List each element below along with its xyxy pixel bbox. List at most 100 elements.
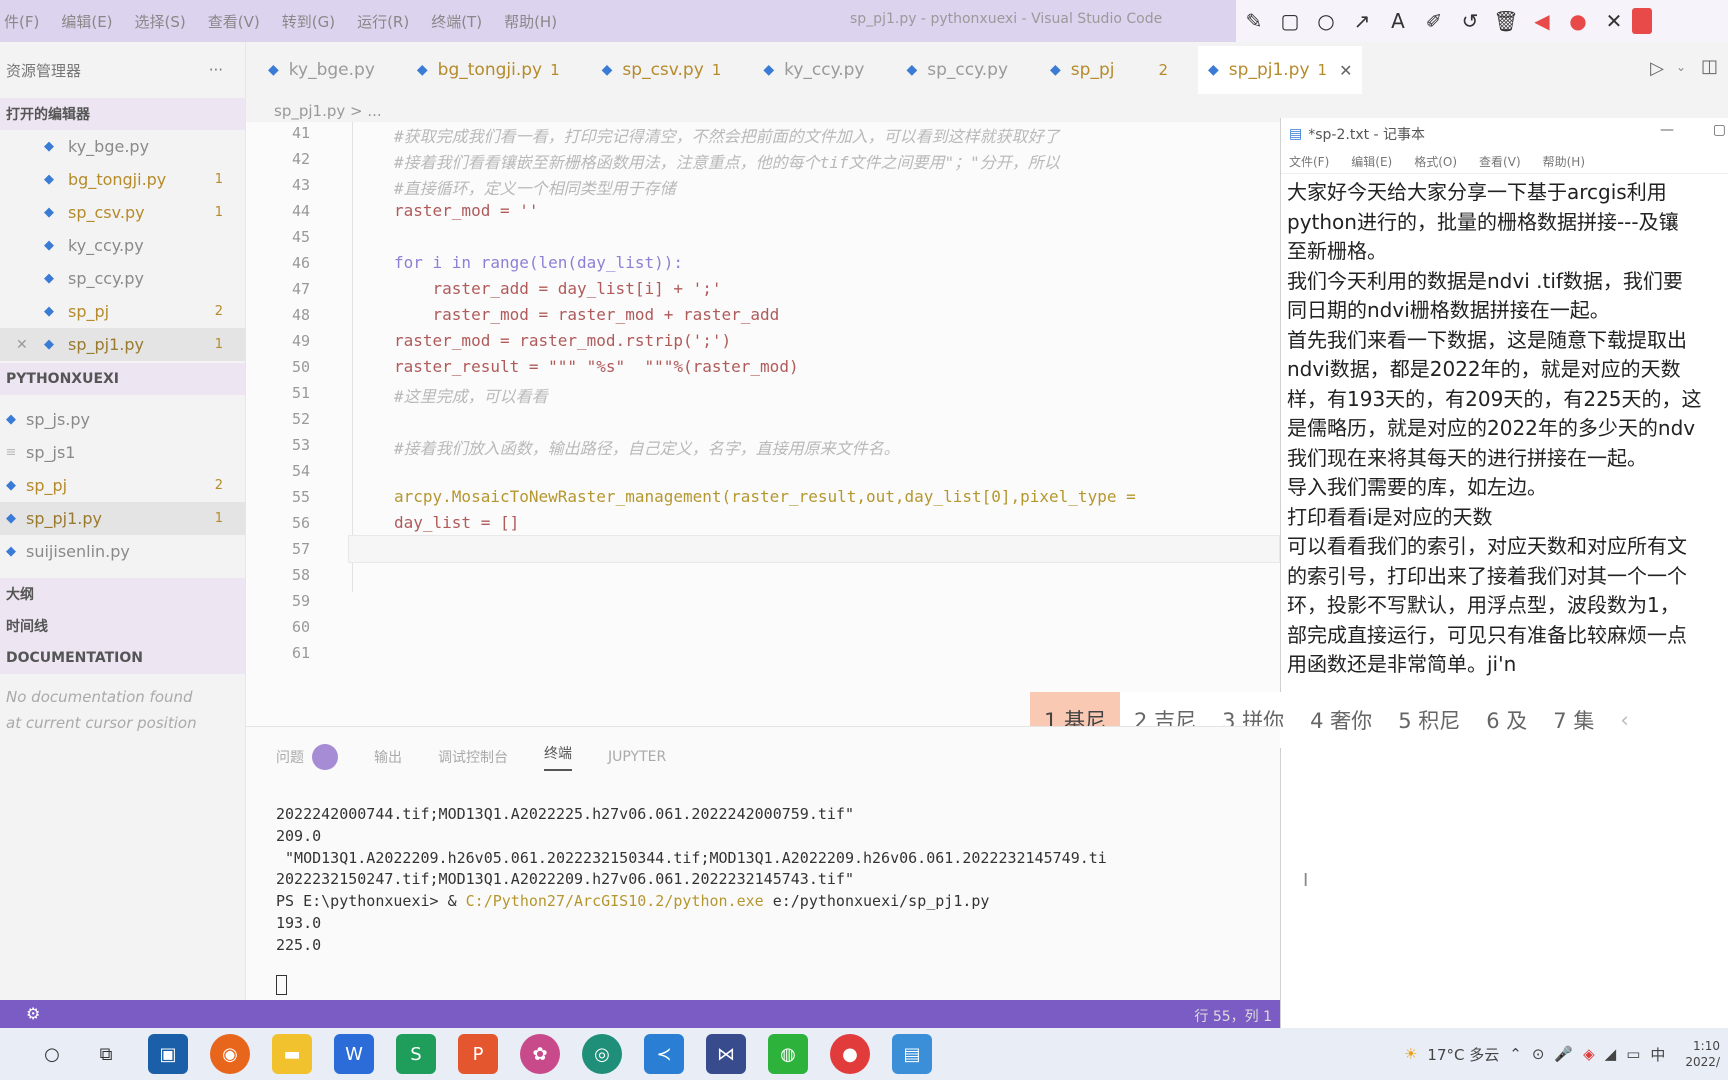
tab-ky-ccy[interactable]: ◆ ky_ccy.py <box>763 60 864 80</box>
menu-go[interactable]: 转到(G) <box>282 11 335 32</box>
panel-tab-problems[interactable]: 问题 <box>276 747 304 767</box>
menu-terminal[interactable]: 终端(T) <box>431 11 482 32</box>
code-line[interactable]: #获取完成我们看一看，打印完记得清空，不然会把前面的文件加入，可以看到这样就获取… <box>394 123 1060 147</box>
code-line[interactable]: raster_mod = raster_mod + raster_add <box>394 305 780 324</box>
network-icon[interactable]: ⊙ <box>1532 1045 1545 1063</box>
notepad-menu-edit[interactable]: 编辑(E) <box>1351 153 1392 170</box>
close-tab-icon[interactable]: ✕ <box>1339 61 1352 80</box>
code-line[interactable]: raster_add = day_list[i] + ';' <box>394 279 722 298</box>
notepad-menu-view[interactable]: 查看(V) <box>1479 153 1521 170</box>
chevron-up-icon[interactable]: ⌃ <box>1509 1045 1522 1063</box>
antivirus-icon[interactable]: ◈ <box>1583 1045 1595 1063</box>
open-editor-item[interactable]: ◆ sp_pj 2 <box>40 295 245 328</box>
volume-icon[interactable]: ◢ <box>1605 1045 1617 1063</box>
file-item-active[interactable]: ◆ sp_pj1.py 1 <box>0 502 245 535</box>
code-line[interactable]: for i in range(len(day_list)): <box>394 253 683 272</box>
code-editor[interactable]: 41 #获取完成我们看一看，打印完记得清空，不然会把前面的文件加入，可以看到这样就… <box>246 122 1280 726</box>
code-line[interactable]: #直接循环，定义一个相同类型用于存储 <box>394 175 676 199</box>
recorder-icon[interactable]: ● <box>830 1034 870 1074</box>
tab-sp-csv[interactable]: ◆ sp_csv.py 1 <box>602 60 722 80</box>
speaker-mute-icon[interactable]: ◀ <box>1524 9 1560 33</box>
spreadsheet-icon[interactable]: S <box>396 1034 436 1074</box>
code-line[interactable]: day_list = [] <box>394 513 519 532</box>
cursor-position[interactable]: 行 55，列 1 <box>1194 1006 1272 1026</box>
file-item[interactable]: ◆ sp_pj 2 <box>0 469 245 502</box>
visual-studio-icon[interactable]: ⋈ <box>706 1034 746 1074</box>
maximize-icon[interactable]: ▢ <box>1713 122 1726 138</box>
ime-candidate[interactable]: 7 集 <box>1553 705 1594 735</box>
browser-icon[interactable]: ◎ <box>582 1034 622 1074</box>
ime-prev-page-icon[interactable]: ‹ <box>1620 708 1628 732</box>
pen-icon[interactable]: ✎ <box>1236 9 1272 33</box>
notepad-menu-file[interactable]: 文件(F) <box>1289 153 1329 170</box>
panel-tab-debug-console[interactable]: 调试控制台 <box>438 747 508 767</box>
open-editor-item[interactable]: ◆ bg_tongji.py 1 <box>40 163 245 196</box>
chevron-down-icon[interactable]: ⌄ <box>1676 60 1686 74</box>
notepad-text-area[interactable]: 大家好今天给大家分享一下基于arcgis利用 python进行的，批量的栅格数据拼… <box>1281 174 1728 696</box>
code-line[interactable]: #接着我们看看镶嵌至新栅格函数用法，注意重点，他的每个tif文件之间要用"；"分… <box>394 149 1060 173</box>
ime-candidate[interactable]: 5 积尼 <box>1398 705 1460 735</box>
weather-text[interactable]: 17°C 多云 <box>1427 1044 1499 1065</box>
open-editor-item[interactable]: ◆ ky_bge.py <box>40 130 245 163</box>
file-explorer-icon[interactable]: ▬ <box>272 1034 312 1074</box>
menu-run[interactable]: 运行(R) <box>357 11 409 32</box>
panel-tab-terminal[interactable]: 终端 <box>544 743 572 771</box>
notepad-menu-format[interactable]: 格式(O) <box>1414 153 1457 170</box>
wechat-icon[interactable]: ◍ <box>768 1034 808 1074</box>
menu-edit[interactable]: 编辑(E) <box>61 11 112 32</box>
tab-ky-bge[interactable]: ◆ ky_bge.py <box>268 60 375 80</box>
code-line[interactable]: raster_mod = raster_mod.rstrip(';') <box>394 331 731 350</box>
ime-candidate[interactable]: 6 及 <box>1486 705 1527 735</box>
panel-tab-output[interactable]: 输出 <box>374 747 402 767</box>
open-editors-header[interactable]: 打开的编辑器 <box>0 98 245 130</box>
run-icon[interactable]: ▷ <box>1650 58 1664 79</box>
vscode-icon[interactable]: ≺ <box>644 1034 684 1074</box>
open-editor-item[interactable]: ◆ ky_ccy.py <box>40 229 245 262</box>
tab-sp-ccy[interactable]: ◆ sp_ccy.py <box>907 60 1009 80</box>
timeline-header[interactable]: 时间线 <box>0 610 245 642</box>
more-actions-icon[interactable]: ··· <box>209 61 223 79</box>
rectangle-icon[interactable]: ▢ <box>1272 9 1308 33</box>
open-editor-item[interactable]: ◆ sp_csv.py 1 <box>40 196 245 229</box>
task-view-icon[interactable]: ⧉ <box>86 1034 126 1074</box>
word-icon[interactable]: W <box>334 1034 374 1074</box>
undo-icon[interactable]: ↺ <box>1452 9 1488 33</box>
code-line[interactable]: #接着我们放入函数，输出路径，自己定义，名字，直接用原来文件名。 <box>394 435 900 459</box>
text-icon[interactable]: A <box>1380 9 1416 33</box>
panel-tab-jupyter[interactable]: JUPYTER <box>608 749 666 765</box>
tab-sp-pj[interactable]: ◆ sp_pj 2 <box>1050 60 1168 80</box>
notepad-menu-help[interactable]: 帮助(H) <box>1543 153 1585 170</box>
code-line[interactable]: #这里完成，可以看看 <box>394 383 548 407</box>
outline-header[interactable]: 大纲 <box>0 578 245 610</box>
file-item[interactable]: ≡ sp_js1 <box>0 436 245 469</box>
paint-icon[interactable]: ✿ <box>520 1034 560 1074</box>
clock[interactable]: 1:10 2022/ <box>1675 1038 1720 1070</box>
presentation-icon[interactable]: P <box>458 1034 498 1074</box>
file-item[interactable]: ◆ sp_js.py <box>0 403 245 436</box>
close-icon[interactable]: ✕ <box>16 337 40 353</box>
menu-help[interactable]: 帮助(H) <box>504 11 557 32</box>
minimize-icon[interactable]: — <box>1660 122 1674 138</box>
remote-icon[interactable]: ⚙ <box>26 1004 40 1023</box>
stop-recording-icon[interactable] <box>1632 8 1652 34</box>
split-editor-icon[interactable]: ◫ <box>1701 56 1718 77</box>
file-item[interactable]: ◆ suijisenlin.py <box>0 535 245 568</box>
trash-icon[interactable]: 🗑 <box>1488 9 1524 33</box>
code-line[interactable]: arcpy.MosaicToNewRaster_management(raste… <box>394 487 1136 506</box>
code-line[interactable]: raster_result = """ "%s" """%(raster_mod… <box>394 357 799 376</box>
search-icon[interactable]: ○ <box>40 1034 64 1074</box>
firefox-icon[interactable]: ◉ <box>210 1034 250 1074</box>
open-editor-item[interactable]: ◆ sp_ccy.py <box>40 262 245 295</box>
circle-icon[interactable]: ○ <box>1308 9 1344 33</box>
notepad-taskbar-icon[interactable]: ▤ <box>892 1034 932 1074</box>
menu-file[interactable]: 件(F) <box>4 11 39 32</box>
menu-selection[interactable]: 选择(S) <box>135 11 186 32</box>
microphone-icon[interactable]: 🎤 <box>1554 1045 1573 1063</box>
breadcrumb[interactable]: sp_pj1.py > ... <box>274 102 382 120</box>
battery-icon[interactable]: ▭ <box>1626 1045 1640 1063</box>
open-editor-item-active[interactable]: ✕ ◆ sp_pj1.py 1 <box>0 328 245 361</box>
arrow-icon[interactable]: ↗ <box>1344 9 1380 33</box>
close-icon[interactable]: ✕ <box>1596 9 1632 33</box>
project-folder-header[interactable]: PYTHONXUEXI <box>0 363 245 395</box>
mic-mute-icon[interactable]: ● <box>1560 9 1596 33</box>
